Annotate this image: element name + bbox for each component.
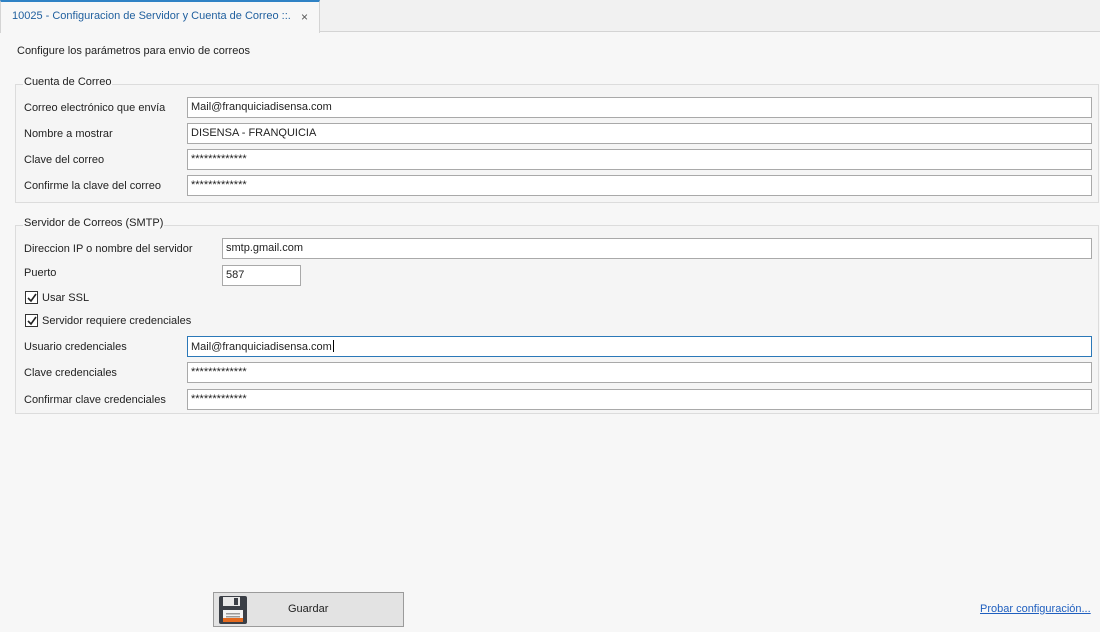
tab-mail-config[interactable]: 10025 - Configuracion de Servidor y Cuen… [0, 0, 320, 33]
save-button[interactable]: Guardar [213, 592, 404, 627]
ssl-label[interactable]: Usar SSL [42, 292, 89, 304]
email-password-confirm-label: Confirme la clave del correo [24, 180, 161, 192]
cred-password-label: Clave credenciales [24, 367, 117, 379]
credentials-label[interactable]: Servidor requiere credenciales [42, 315, 191, 327]
checkmark-icon [27, 316, 37, 326]
ssl-checkbox[interactable] [25, 291, 38, 304]
cred-confirm-label: Confirmar clave credenciales [24, 394, 166, 406]
email-password-confirm-field[interactable]: ************* [187, 175, 1092, 196]
display-name-field[interactable]: DISENSA - FRANQUICIA [187, 123, 1092, 144]
display-name-label: Nombre a mostrar [24, 128, 113, 140]
intro-text: Configure los parámetros para envio de c… [17, 45, 250, 57]
credentials-checkbox[interactable] [25, 314, 38, 327]
tab-strip: 10025 - Configuracion de Servidor y Cuen… [0, 0, 1100, 33]
smtp-group-title: Servidor de Correos (SMTP) [23, 217, 165, 229]
email-password-label: Clave del correo [24, 154, 105, 166]
cred-user-value: Mail@franquiciadisensa.com [191, 341, 332, 353]
text-caret [332, 340, 334, 352]
email-label: Correo electrónico que envía [24, 102, 166, 114]
cred-password-field[interactable]: ************* [187, 362, 1092, 383]
save-button-label: Guardar [288, 603, 329, 615]
cred-user-field[interactable]: Mail@franquiciadisensa.com [187, 336, 1092, 357]
cred-confirm-field[interactable]: ************* [187, 389, 1092, 410]
port-label: Puerto [24, 267, 57, 279]
email-password-field[interactable]: ************* [187, 149, 1092, 170]
cred-user-label: Usuario credenciales [24, 341, 127, 353]
tab-title: 10025 - Configuracion de Servidor y Cuen… [12, 10, 291, 22]
close-icon[interactable]: × [301, 10, 308, 24]
account-group-title: Cuenta de Correo [23, 76, 113, 88]
port-field[interactable]: 587 [222, 265, 301, 286]
email-field[interactable]: Mail@franquiciadisensa.com [187, 97, 1092, 118]
server-label: Direccion IP o nombre del servidor [24, 243, 193, 255]
floppy-disk-icon [219, 596, 247, 624]
server-field[interactable]: smtp.gmail.com [222, 238, 1092, 259]
test-config-link[interactable]: Probar configuración... [980, 603, 1091, 615]
checkmark-icon [27, 293, 37, 303]
